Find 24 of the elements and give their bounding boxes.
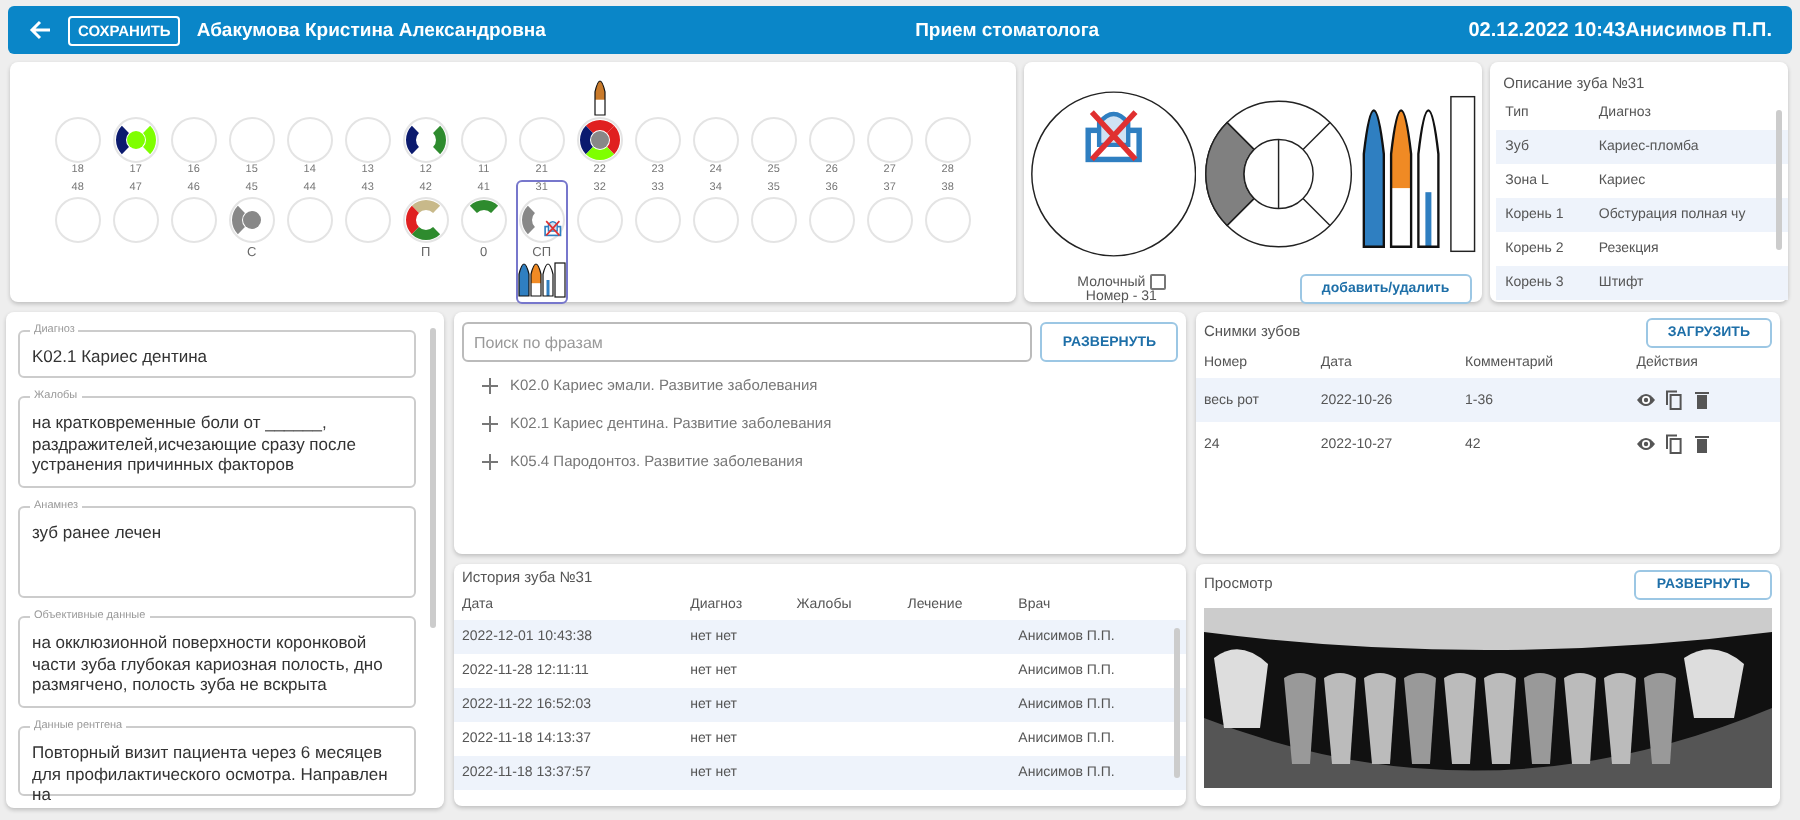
eye-icon[interactable] bbox=[1636, 434, 1657, 454]
search-field[interactable]: Поиск по фразам bbox=[462, 322, 1033, 362]
trash-icon[interactable] bbox=[1692, 434, 1713, 454]
date-and-doctor: 02.12.2022 10:43Анисимов П.П. bbox=[1468, 19, 1772, 41]
patient-name: Абакумова Кристина Александровна bbox=[196, 19, 546, 41]
plus-icon[interactable] bbox=[482, 415, 498, 431]
field-value: на окклюзионной поверхности коронковой части зуба глубокая кариозная полость, дно размягчено, полость зуба не вскрыта bbox=[32, 632, 385, 695]
page-title: Прием стоматолога bbox=[913, 19, 1102, 41]
field-value: зуб ранее лечен bbox=[32, 522, 164, 543]
eye-icon[interactable] bbox=[1636, 390, 1657, 410]
copy-icon[interactable] bbox=[1664, 390, 1685, 410]
scrollbar[interactable] bbox=[1776, 110, 1782, 250]
tooth[interactable] bbox=[401, 115, 450, 163]
plus-icon[interactable] bbox=[482, 377, 498, 393]
scrollbar[interactable] bbox=[1174, 628, 1180, 778]
tooth[interactable] bbox=[575, 115, 624, 163]
field-value: на кратковременные боли от ______, раздражителей,исчезающие сразу после устранения причинных факторов bbox=[32, 412, 358, 475]
plus-icon[interactable] bbox=[482, 453, 498, 469]
scrollbar[interactable] bbox=[430, 328, 436, 628]
copy-icon[interactable] bbox=[1664, 434, 1685, 454]
trash-icon[interactable] bbox=[1692, 390, 1713, 410]
back-arrow-icon[interactable] bbox=[28, 18, 52, 42]
tooth[interactable] bbox=[111, 115, 160, 163]
field-value: K02.1 Кариес дентина bbox=[32, 346, 210, 367]
